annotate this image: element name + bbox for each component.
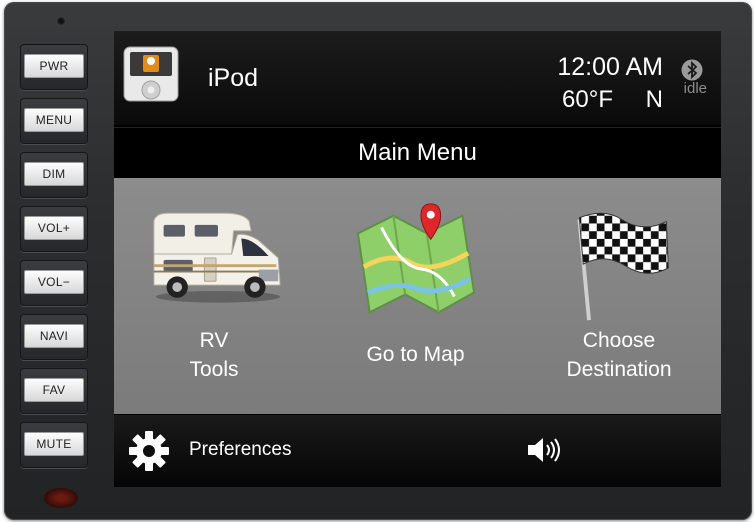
ir-sensor	[44, 488, 78, 508]
choose-destination-label-line2: Destination	[566, 358, 672, 381]
mute-label: MUTE	[24, 432, 84, 456]
fav-label: FAV	[24, 378, 84, 402]
pwr-label: PWR	[24, 54, 84, 78]
preferences-button[interactable]: Preferences	[114, 415, 304, 487]
navi-label: NAVI	[24, 324, 84, 348]
main-menu-grid: RV Tools Go to Map Choose Destination	[114, 178, 721, 414]
gear-icon	[129, 431, 169, 471]
footer-bar: Preferences	[114, 415, 721, 487]
temperature: 60°F	[562, 86, 613, 113]
bluetooth-status: idle	[683, 80, 707, 97]
vol-up-button[interactable]: VOL+	[20, 206, 88, 252]
title-bar: Main Menu	[114, 127, 721, 179]
compass-heading: N	[645, 86, 663, 113]
vol-down-label: VOL−	[24, 270, 84, 294]
preferences-label: Preferences	[189, 439, 292, 460]
rv-tools-tile[interactable]: RV Tools	[114, 178, 314, 414]
dim-button[interactable]: DIM	[20, 152, 88, 198]
display-screen: iPod 12:00 AM 60°F N idle Main Menu RV T…	[114, 31, 721, 487]
pwr-button[interactable]: PWR	[20, 44, 88, 90]
fav-button[interactable]: FAV	[20, 368, 88, 414]
map-pin-icon	[356, 203, 476, 314]
microphone-hole	[56, 16, 66, 26]
ipod-icon	[123, 46, 179, 102]
status-header: iPod 12:00 AM 60°F N idle	[114, 31, 721, 125]
clock: 12:00 AM	[557, 53, 663, 81]
bluetooth-icon[interactable]	[681, 59, 703, 81]
page-title: Main Menu	[358, 139, 477, 166]
choose-destination-label-line1: Choose	[582, 329, 656, 352]
mute-button[interactable]: MUTE	[20, 422, 88, 468]
source-button[interactable]: iPod	[114, 31, 274, 125]
dim-label: DIM	[24, 162, 84, 186]
rv-tools-label-line1: RV	[199, 329, 229, 352]
source-label: iPod	[208, 64, 259, 92]
menu-label: MENU	[24, 108, 84, 132]
go-to-map-tile[interactable]: Go to Map	[314, 178, 517, 414]
rv-motorhome-icon	[153, 212, 281, 303]
menu-button[interactable]: MENU	[20, 98, 88, 144]
checkered-flag-icon	[577, 212, 669, 321]
speaker-volume-icon[interactable]	[526, 435, 562, 465]
navi-button[interactable]: NAVI	[20, 314, 88, 360]
go-to-map-label: Go to Map	[366, 343, 465, 366]
vol-down-button[interactable]: VOL−	[20, 260, 88, 306]
choose-destination-tile[interactable]: Choose Destination	[517, 178, 721, 414]
rv-tools-label-line2: Tools	[189, 358, 239, 381]
vol-up-label: VOL+	[24, 216, 84, 240]
